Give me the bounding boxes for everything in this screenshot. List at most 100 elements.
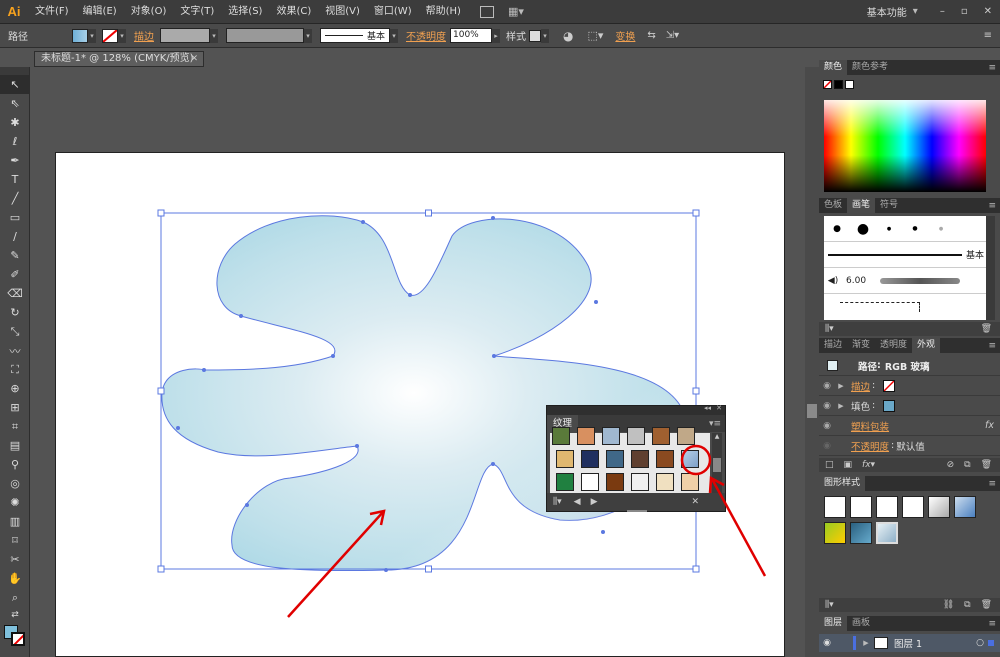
tab-symbols[interactable]: 符号 xyxy=(875,198,903,213)
brush-dot-small[interactable]: ● xyxy=(824,224,850,234)
graphic-styles-tabs: 图形样式 ≡ xyxy=(819,476,1000,491)
tab-graphic-styles[interactable]: 图形样式 xyxy=(819,476,866,491)
brush-list-scrollbar[interactable] xyxy=(986,216,995,320)
graphic-styles-library-icon[interactable]: ⫼▾ xyxy=(825,600,834,610)
appearance-opacity-value: 默认值 xyxy=(896,441,925,453)
tab-layers[interactable]: 图层 xyxy=(819,616,848,631)
brush-speaker-icon: ◀) xyxy=(827,275,839,286)
black-swatch[interactable] xyxy=(834,80,843,89)
brush-dot-angled[interactable]: ● xyxy=(902,225,928,232)
appearance-fill-swatch[interactable] xyxy=(883,399,896,412)
graphic-style-swatch[interactable] xyxy=(902,496,924,518)
new-fill-icon[interactable]: ▣ xyxy=(844,460,853,470)
brush-dot-faint[interactable]: ● xyxy=(928,226,954,232)
brush-delete-icon[interactable]: 🗑 xyxy=(981,324,992,334)
tab-color-guide[interactable]: 颜色参考 xyxy=(847,60,893,75)
tab-swatches[interactable]: 色板 xyxy=(819,198,847,213)
none-swatch[interactable] xyxy=(823,80,832,89)
brush-basic-row[interactable]: 基本 xyxy=(824,242,986,268)
tab-gradient[interactable]: 渐变 xyxy=(847,338,875,353)
color-quick-swatches xyxy=(823,80,854,89)
graphic-styles-menu-icon[interactable]: ≡ xyxy=(988,479,996,489)
duplicate-item-icon[interactable]: ⧉ xyxy=(964,460,970,470)
graphic-style-swatch[interactable] xyxy=(824,496,846,518)
right-panel-dock: 颜色 颜色参考 ≡ 色板 画笔 符号 ≡ ● ● ● ● ● 基本 ◀) 6.0… xyxy=(819,60,1000,657)
tab-artboards[interactable]: 画板 xyxy=(847,616,875,631)
layer-selection-indicator[interactable] xyxy=(988,640,994,646)
brush-dot-tiny[interactable]: ● xyxy=(876,226,902,232)
plastic-wrap-effect-link[interactable]: 塑料包装 xyxy=(851,419,889,433)
brush-dashed-row[interactable] xyxy=(824,294,986,320)
delete-graphic-style-icon[interactable]: 🗑 xyxy=(981,600,992,610)
delete-item-icon[interactable]: 🗑 xyxy=(981,460,992,470)
layer-row[interactable]: ◉ ▶ 图层 1 ○ xyxy=(819,634,1000,652)
tab-transparency[interactable]: 透明度 xyxy=(875,338,912,353)
graphic-style-swatch[interactable] xyxy=(954,496,976,518)
layer-thumbnail xyxy=(874,637,888,649)
fx-icon[interactable]: fx xyxy=(985,420,994,431)
visibility-eye-icon[interactable]: ◉ xyxy=(819,381,835,391)
break-link-icon[interactable]: ⛓ xyxy=(943,600,954,610)
visibility-eye-icon[interactable]: ◉ xyxy=(819,421,835,431)
layer-name: 图层 1 xyxy=(894,639,923,650)
brush-library-icon[interactable]: ⫼▾ xyxy=(825,324,834,334)
graphic-styles-grid xyxy=(824,496,986,548)
brush-dot-large[interactable]: ● xyxy=(850,221,876,237)
layers-panel-tabs: 图层 画板 ≡ xyxy=(819,616,1000,631)
graphic-style-swatch[interactable] xyxy=(824,522,846,544)
new-graphic-style-icon[interactable]: ⧉ xyxy=(964,600,970,610)
layers-panel-menu-icon[interactable]: ≡ xyxy=(988,619,996,629)
appearance-opacity-link[interactable]: 不透明度 xyxy=(851,439,889,453)
layer-visibility-eye-icon[interactable]: ◉ xyxy=(819,638,835,648)
appearance-path-label: 路径 xyxy=(858,361,878,373)
new-stroke-icon[interactable]: □ xyxy=(825,460,834,470)
appearance-effect-row[interactable]: ◉ 塑料包装 fx xyxy=(819,416,1000,436)
brush-panel-menu-icon[interactable]: ≡ xyxy=(988,201,996,211)
color-panel-menu-icon[interactable]: ≡ xyxy=(988,63,996,73)
layer-target-icon[interactable]: ○ xyxy=(976,638,984,648)
appearance-fill-label: 填色 xyxy=(851,401,871,413)
appearance-style-name: RGB 玻璃 xyxy=(884,361,930,373)
appearance-stroke-row[interactable]: ◉ ▶ 描边 : xyxy=(819,376,1000,396)
graphic-style-swatch[interactable] xyxy=(850,522,872,544)
layer-color-bar xyxy=(853,636,856,650)
brush-dot-row: ● ● ● ● ● xyxy=(824,216,986,242)
tab-stroke[interactable]: 描边 xyxy=(819,338,847,353)
tab-brushes[interactable]: 画笔 xyxy=(847,198,876,213)
annotation-arrow-shape xyxy=(708,475,767,577)
add-effect-icon[interactable]: fx▾ xyxy=(862,460,875,470)
graphic-style-swatch[interactable] xyxy=(850,496,872,518)
graphic-styles-footer: ⫼▾ ⛓ ⧉ 🗑 xyxy=(819,598,1000,612)
brush-basic-label: 基本 xyxy=(965,251,984,261)
appearance-title-row[interactable]: 路径 : RGB 玻璃 xyxy=(819,356,1000,376)
brush-stroke-preview xyxy=(880,277,961,284)
annotation-circle-shape xyxy=(680,444,712,476)
appearance-stroke-swatch[interactable] xyxy=(883,379,896,392)
color-panel-tabs: 颜色 颜色参考 ≡ xyxy=(819,60,1000,75)
brush-size-row[interactable]: ◀) 6.00 xyxy=(824,268,986,294)
appearance-opacity-row[interactable]: ◉ 不透明度 : 默认值 xyxy=(819,436,1000,456)
brush-panel-tabs: 色板 画笔 符号 ≡ xyxy=(819,198,1000,213)
brush-list: ● ● ● ● ● 基本 ◀) 6.00 xyxy=(824,216,986,320)
expand-triangle-icon[interactable]: ▶ xyxy=(835,382,847,390)
appearance-fill-row[interactable]: ◉ ▶ 填色 : xyxy=(819,396,1000,416)
expand-triangle-icon[interactable]: ▶ xyxy=(835,402,847,410)
visibility-eye-icon[interactable]: ◉ xyxy=(819,441,835,451)
graphic-style-swatch[interactable] xyxy=(928,496,950,518)
color-spectrum[interactable] xyxy=(824,100,986,192)
appearance-panel-tabs: 描边 渐变 透明度 外观 ≡ xyxy=(819,338,1000,353)
brush-size-value: 6.00 xyxy=(846,275,867,286)
brush-panel-footer: ⫼▾ 🗑 xyxy=(819,322,1000,336)
tab-appearance[interactable]: 外观 xyxy=(912,338,941,353)
clear-appearance-icon[interactable]: ⊘ xyxy=(947,460,955,470)
appearance-stroke-link[interactable]: 描边 xyxy=(851,379,870,393)
graphic-style-swatch-selected[interactable] xyxy=(876,522,898,544)
visibility-eye-icon[interactable]: ◉ xyxy=(819,401,835,411)
appearance-thumbnail xyxy=(827,360,838,371)
appearance-panel-footer: □ ▣ fx▾ ⊘ ⧉ 🗑 xyxy=(819,458,1000,472)
white-swatch[interactable] xyxy=(845,80,854,89)
appearance-panel-menu-icon[interactable]: ≡ xyxy=(988,341,996,351)
layer-expand-triangle-icon[interactable]: ▶ xyxy=(860,639,872,647)
graphic-style-swatch[interactable] xyxy=(876,496,898,518)
tab-color[interactable]: 颜色 xyxy=(819,60,848,75)
